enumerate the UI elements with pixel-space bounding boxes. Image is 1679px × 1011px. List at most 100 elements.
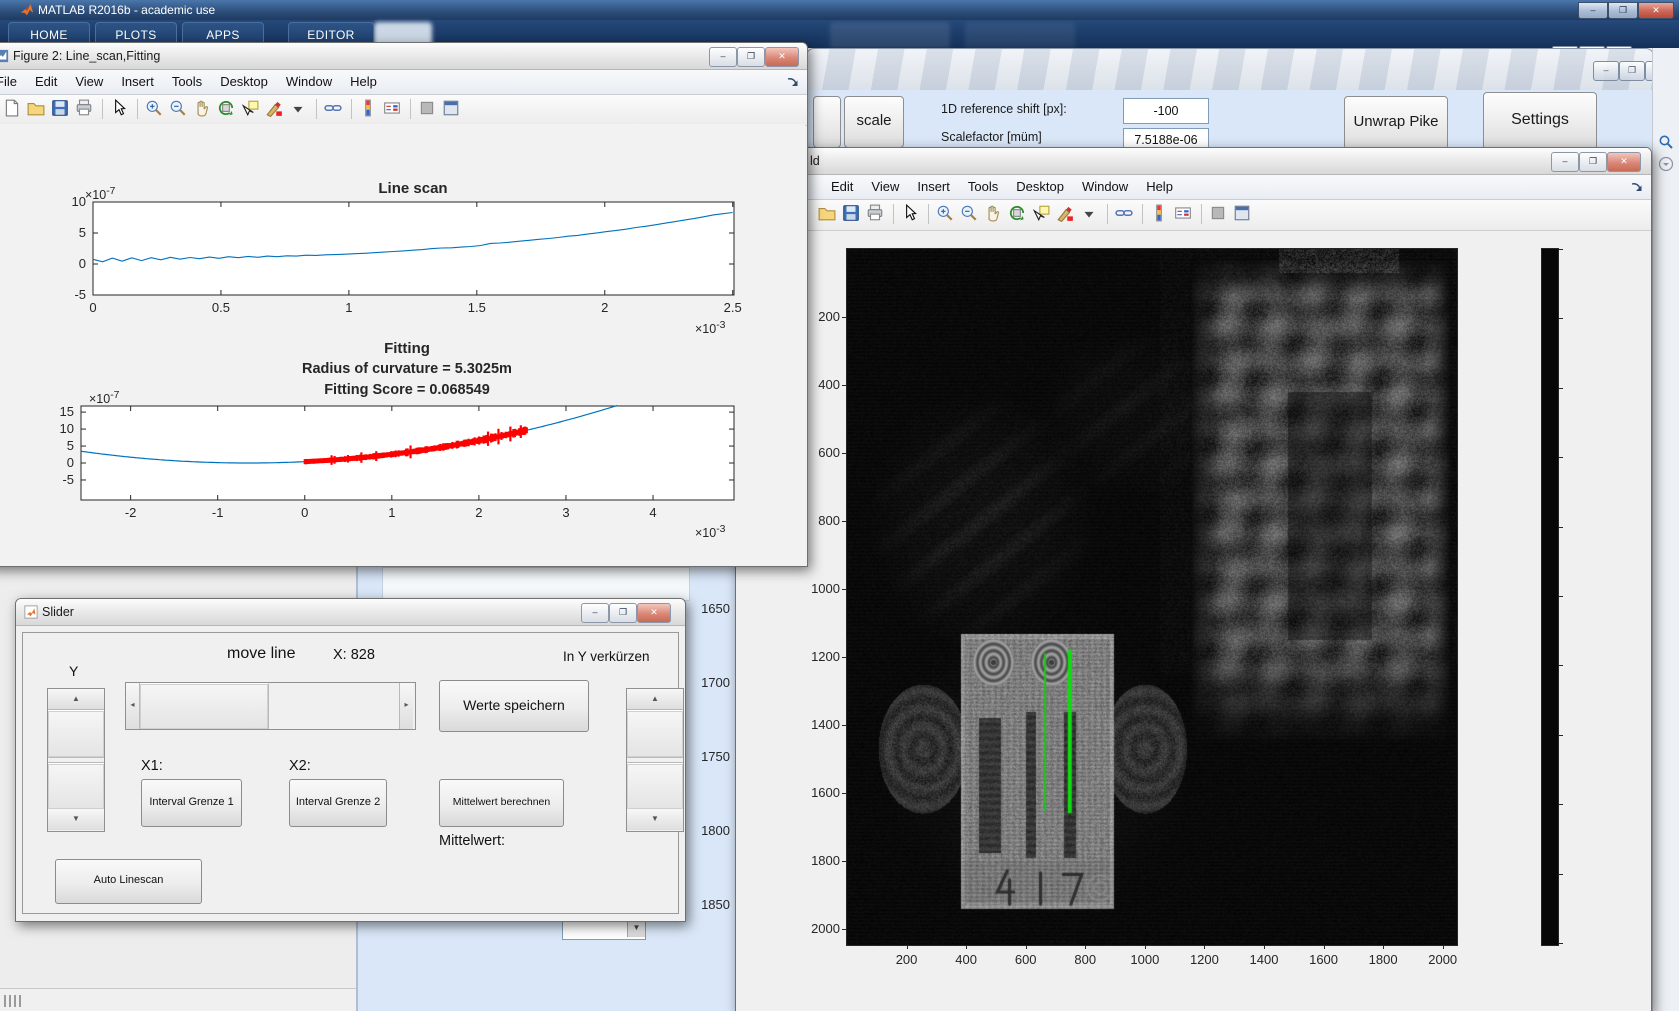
- cursor-icon[interactable]: [110, 98, 130, 119]
- menu-window[interactable]: Window: [1073, 175, 1137, 194]
- cursor-icon[interactable]: [901, 203, 921, 224]
- zoom-out-icon[interactable]: [169, 99, 189, 119]
- save-icon[interactable]: [51, 99, 71, 119]
- auto-linescan-button[interactable]: Auto Linescan: [55, 859, 202, 904]
- menu-view[interactable]: View: [862, 175, 908, 194]
- y-slider-box[interactable]: [48, 763, 104, 810]
- rotate-3d-icon[interactable]: [1008, 204, 1028, 224]
- menu-file[interactable]: File: [0, 70, 26, 89]
- move-line-slider-track[interactable]: [269, 683, 400, 729]
- menu-help[interactable]: Help: [1137, 175, 1182, 194]
- slider-restore-button[interactable]: ❐: [609, 603, 637, 623]
- dropdown-caret-icon[interactable]: [289, 99, 309, 119]
- menu-help[interactable]: Help: [341, 70, 386, 89]
- interval-limit1-button[interactable]: Interval Grenze 1: [141, 779, 242, 827]
- compute-mean-button[interactable]: Mittelwert berechnen: [439, 779, 564, 827]
- y-slider-up-button[interactable]: ▲: [48, 689, 104, 710]
- menu-desktop[interactable]: Desktop: [211, 70, 277, 89]
- hand-icon[interactable]: [193, 99, 213, 119]
- partial-button[interactable]: [813, 96, 841, 148]
- figure-image-titlebar: ld ‒ ❐ ✕: [736, 148, 1651, 175]
- figure2-close-button[interactable]: ✕: [765, 47, 799, 67]
- scale-button[interactable]: scale: [844, 96, 904, 148]
- open-folder-icon[interactable]: [27, 99, 47, 119]
- print-icon[interactable]: [75, 99, 95, 119]
- dock-figure-arrow-icon[interactable]: [785, 74, 801, 90]
- zoom-in-icon[interactable]: [145, 99, 165, 119]
- colorbar-icon[interactable]: [1150, 204, 1170, 224]
- y-slider-down-button[interactable]: ▼: [48, 809, 104, 830]
- zoom-out-icon[interactable]: [960, 204, 980, 224]
- svg-text:1.5: 1.5: [468, 300, 486, 315]
- statusbar-grip[interactable]: [4, 995, 24, 1007]
- brush-icon[interactable]: [1056, 204, 1076, 224]
- maximize-figure-icon[interactable]: [442, 99, 462, 119]
- legend-icon[interactable]: [383, 99, 403, 119]
- shorten-slider-down-button[interactable]: ▼: [627, 809, 683, 830]
- panel-collapse-icon[interactable]: [1658, 156, 1674, 172]
- y-slider[interactable]: ▲ ▼: [47, 688, 105, 832]
- dropdown-caret-icon[interactable]: [1080, 204, 1100, 224]
- shorten-slider-up-button[interactable]: ▲: [627, 689, 683, 710]
- guide-minimize-button[interactable]: ‒: [1593, 61, 1619, 81]
- interval-limit2-button[interactable]: Interval Grenze 2: [289, 779, 387, 827]
- image-x-tick-label: 600: [1014, 952, 1037, 967]
- figure-image-restore-button[interactable]: ❐: [1579, 152, 1607, 172]
- figure-image-close-button[interactable]: ✕: [1607, 152, 1641, 172]
- shorten-slider-thumb[interactable]: [627, 710, 683, 758]
- slider-left-arrow-icon[interactable]: ◂: [126, 683, 140, 729]
- settings-button[interactable]: Settings: [1483, 92, 1597, 150]
- tab-label: APPS: [206, 28, 240, 42]
- move-line-slider[interactable]: ◂ ▸: [125, 682, 416, 730]
- menu-insert[interactable]: Insert: [112, 70, 163, 89]
- maximize-figure-icon[interactable]: [1233, 204, 1253, 224]
- maximize-button[interactable]: ❐: [1608, 2, 1638, 19]
- rotate-3d-icon[interactable]: [217, 99, 237, 119]
- shorten-slider[interactable]: ▲ ▼: [626, 688, 684, 832]
- menu-window[interactable]: Window: [277, 70, 341, 89]
- slider-minimize-button[interactable]: ‒: [581, 603, 609, 623]
- dock-figure-arrow-icon[interactable]: [1629, 179, 1645, 195]
- guide-restore-button[interactable]: ❐: [1619, 61, 1645, 81]
- dock-figure-icon[interactable]: [418, 99, 438, 119]
- search-icon[interactable]: [1658, 134, 1674, 150]
- minimize-button[interactable]: ‒: [1578, 2, 1608, 19]
- y-slider-thumb[interactable]: [48, 710, 104, 758]
- datatip-icon[interactable]: [241, 99, 261, 119]
- legend-icon[interactable]: [1174, 204, 1194, 224]
- print-icon[interactable]: [866, 204, 886, 224]
- datatip-icon[interactable]: [1032, 204, 1052, 224]
- unwrap-pike-button[interactable]: Unwrap Pike: [1344, 96, 1448, 150]
- slider-close-button[interactable]: ✕: [637, 603, 671, 623]
- menu-insert[interactable]: Insert: [908, 175, 959, 194]
- menu-desktop[interactable]: Desktop: [1007, 175, 1073, 194]
- move-line-slider-thumb[interactable]: [140, 683, 269, 729]
- menu-tools[interactable]: Tools: [163, 70, 211, 89]
- save-icon[interactable]: [842, 204, 862, 224]
- menu-tools[interactable]: Tools: [959, 175, 1007, 194]
- ref-shift-input[interactable]: -100: [1123, 98, 1209, 124]
- figure-image-minimize-button[interactable]: ‒: [1551, 152, 1579, 172]
- brush-icon[interactable]: [265, 99, 285, 119]
- link-plots-icon[interactable]: [1115, 204, 1135, 224]
- menu-view[interactable]: View: [66, 70, 112, 89]
- image-x-tick-mark: [1442, 945, 1444, 949]
- menu-edit[interactable]: Edit: [26, 70, 66, 89]
- figure2-minimize-button[interactable]: ‒: [709, 47, 737, 67]
- link-plots-icon[interactable]: [324, 99, 344, 119]
- menu-edit[interactable]: Edit: [822, 175, 862, 194]
- figure2-restore-button[interactable]: ❐: [737, 47, 765, 67]
- new-document-icon[interactable]: [3, 99, 23, 119]
- close-button[interactable]: ✕: [1638, 2, 1674, 19]
- colorbar-icon[interactable]: [359, 99, 379, 119]
- shorten-slider-box[interactable]: [627, 763, 683, 810]
- image-y-tick-mark: [842, 384, 846, 386]
- save-values-button[interactable]: Werte speichern: [439, 680, 589, 732]
- guide-window-titlebar: ‒ ❐ ✕: [806, 48, 1677, 91]
- zoom-in-icon[interactable]: [936, 204, 956, 224]
- dock-figure-icon[interactable]: [1209, 204, 1229, 224]
- slider-right-arrow-icon[interactable]: ▸: [400, 683, 413, 729]
- shorten-y-label: In Y verkürzen: [563, 649, 650, 664]
- open-folder-icon[interactable]: [818, 204, 838, 224]
- hand-icon[interactable]: [984, 204, 1004, 224]
